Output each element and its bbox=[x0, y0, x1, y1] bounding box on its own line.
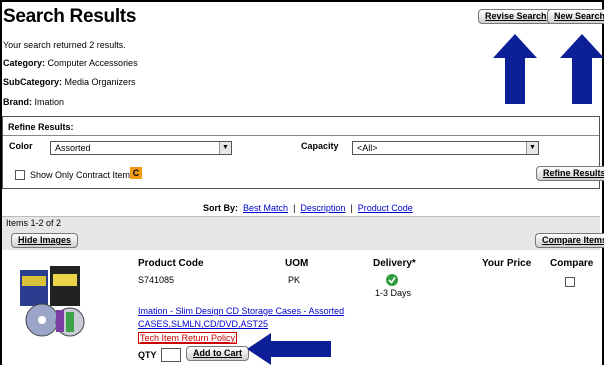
category-line: Category: Computer Accessories bbox=[3, 58, 138, 68]
delivery-time: 1-3 Days bbox=[375, 288, 412, 298]
column-header-your-price: Your Price bbox=[482, 258, 532, 269]
column-header-uom: UOM bbox=[285, 258, 309, 269]
sort-product-code-link[interactable]: Product Code bbox=[358, 203, 413, 213]
sort-label: Sort By: bbox=[203, 203, 239, 213]
divider bbox=[3, 135, 599, 136]
sort-best-match-link[interactable]: Best Match bbox=[243, 203, 288, 213]
color-select[interactable]: Assorted ▼ bbox=[50, 141, 232, 155]
new-search-button[interactable]: New Search bbox=[547, 9, 604, 24]
compare-items-button[interactable]: Compare Items bbox=[535, 233, 604, 248]
compare-checkbox[interactable] bbox=[565, 277, 575, 287]
separator: | bbox=[350, 203, 353, 213]
sort-bar: Sort By: Best Match | Description | Product … bbox=[203, 203, 413, 213]
subcategory-line: SubCategory: Media Organizers bbox=[3, 77, 136, 87]
items-count-bar: Items 1-2 of 2 bbox=[2, 216, 600, 230]
arrow-left-icon bbox=[247, 333, 331, 365]
product-image bbox=[20, 266, 85, 337]
brand-line: Brand: Imation bbox=[3, 97, 65, 107]
qty-input[interactable] bbox=[161, 348, 181, 362]
hide-images-button[interactable]: Hide Images bbox=[11, 233, 79, 248]
page-title: Search Results bbox=[3, 6, 137, 27]
revise-search-button[interactable]: Revise Search bbox=[478, 9, 554, 24]
arrow-up-icon bbox=[560, 34, 604, 104]
return-policy-link[interactable]: Tech Item Return Policy bbox=[138, 332, 238, 344]
column-header-delivery: Delivery* bbox=[373, 258, 416, 269]
product-uom: PK bbox=[288, 275, 301, 285]
column-header-compare: Compare bbox=[550, 258, 594, 269]
results-count-text: Your search returned 2 results. bbox=[3, 40, 126, 50]
product-name-link[interactable]: Imation - Slim Design CD Storage Cases -… bbox=[138, 306, 344, 316]
refine-title: Refine Results: bbox=[8, 122, 74, 132]
capacity-select[interactable]: <All> ▼ bbox=[352, 141, 539, 155]
qty-label: QTY bbox=[138, 350, 157, 360]
product-sku-link[interactable]: CASES,SLMLN,CD/DVD,AST25 bbox=[138, 319, 268, 329]
contract-badge-icon: C bbox=[130, 167, 142, 179]
refine-results-button[interactable]: Refine Results bbox=[536, 166, 604, 181]
add-to-cart-button[interactable]: Add to Cart bbox=[186, 346, 249, 361]
check-circle-icon bbox=[386, 274, 398, 286]
contract-items-checkbox[interactable] bbox=[15, 170, 25, 180]
items-count-text: Items 1-2 of 2 bbox=[6, 218, 62, 228]
arrow-up-icon bbox=[493, 34, 537, 104]
chevron-down-icon: ▼ bbox=[219, 142, 231, 154]
sort-description-link[interactable]: Description bbox=[300, 203, 345, 213]
frame-top-border bbox=[0, 0, 604, 2]
product-code: S741085 bbox=[138, 275, 175, 285]
chevron-down-icon: ▼ bbox=[526, 142, 538, 154]
separator: | bbox=[293, 203, 296, 213]
contract-items-label: Show Only Contract Items bbox=[30, 170, 135, 180]
column-header-product-code: Product Code bbox=[138, 258, 204, 269]
results-toolbar bbox=[2, 230, 600, 250]
capacity-label: Capacity bbox=[301, 141, 339, 151]
color-label: Color bbox=[9, 141, 33, 151]
